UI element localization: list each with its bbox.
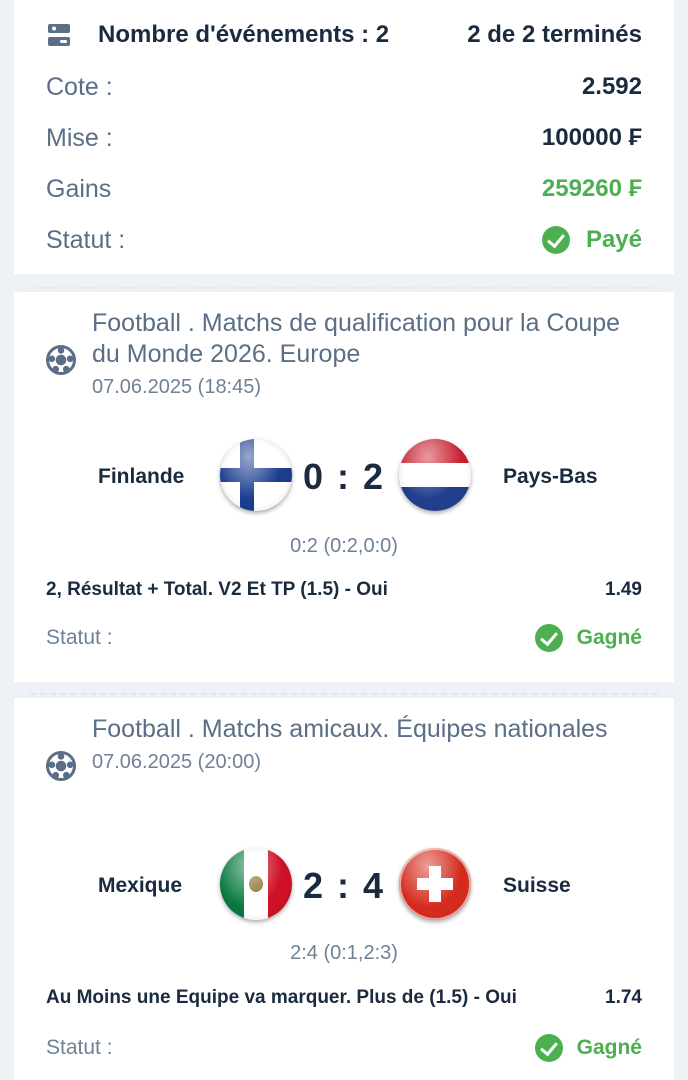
- events-completed: 2 de 2 terminés: [467, 21, 642, 48]
- status-value-group: Payé: [541, 226, 642, 254]
- check-icon: [541, 226, 570, 254]
- event-status-row: Statut : Gagné: [46, 1034, 642, 1062]
- event-status-group: Gagné: [534, 624, 642, 652]
- check-icon: [534, 1034, 563, 1062]
- event-status-label: Statut :: [46, 626, 113, 649]
- coupon-icon: [48, 24, 70, 46]
- event-card: Football . Matchs amicaux. Équipes natio…: [14, 698, 674, 1080]
- football-icon: [46, 751, 76, 781]
- winnings-value: 259260 ₣: [541, 175, 642, 202]
- odds-row: Cote : 2.592: [46, 70, 642, 104]
- away-team: Pays-Bas: [503, 465, 598, 488]
- match-scoreboard: Mexique 2 : 4 Suisse: [14, 848, 674, 924]
- match-scoreboard: Finlande 0 : 2 Pays-Bas: [14, 439, 674, 515]
- ticket-divider: [30, 693, 658, 695]
- event-status-value: Gagné: [576, 1036, 642, 1059]
- event-date: 07.06.2025 (20:00): [92, 751, 262, 773]
- status-label: Statut :: [46, 225, 126, 254]
- bet-odds: 1.49: [605, 579, 642, 600]
- home-team: Finlande: [98, 465, 185, 488]
- check-icon: [534, 624, 563, 652]
- score-detail: 0:2 (0:2,0:0): [290, 535, 398, 557]
- stake-label: Mise :: [46, 123, 113, 152]
- home-team: Mexique: [98, 874, 183, 897]
- events-count-label: Nombre d'événements : 2: [98, 21, 390, 48]
- odds-value: 2.592: [581, 73, 642, 100]
- event-header: Football . Matchs amicaux. Équipes natio…: [46, 714, 642, 781]
- stake-value: 100000 ₣: [541, 124, 642, 151]
- event-status-label: Statut :: [46, 1036, 113, 1059]
- event-status-group: Gagné: [534, 1034, 642, 1062]
- score-detail: 2:4 (0:1,2:3): [290, 942, 398, 964]
- away-team: Suisse: [503, 874, 571, 897]
- bet-summary-card: Nombre d'événements : 2 2 de 2 terminés …: [14, 0, 674, 274]
- match-score: 2 : 4: [302, 865, 386, 906]
- event-title: Football . Matchs amicaux. Équipes natio…: [92, 715, 608, 743]
- switzerland-flag-icon: [399, 848, 471, 920]
- status-row: Statut : Payé: [46, 223, 642, 257]
- events-count-row: Nombre d'événements : 2 2 de 2 terminés: [46, 18, 642, 52]
- finland-flag-icon: [220, 439, 292, 511]
- events-count-group: Nombre d'événements : 2: [46, 21, 389, 49]
- bet-row: 2, Résultat + Total. V2 Et TP (1.5) - Ou…: [46, 579, 642, 601]
- event-title: Football . Matchs de qualification pour …: [92, 309, 621, 368]
- winnings-row: Gains 259260 ₣: [46, 172, 642, 206]
- bet-selection: 2, Résultat + Total. V2 Et TP (1.5) - Ou…: [46, 579, 388, 600]
- bet-row: Au Moins une Equipe va marquer. Plus de …: [46, 987, 642, 1009]
- bet-selection: Au Moins une Equipe va marquer. Plus de …: [46, 987, 517, 1008]
- event-status-row: Statut : Gagné: [46, 624, 642, 652]
- ticket-divider: [30, 287, 658, 289]
- event-status-value: Gagné: [576, 626, 642, 649]
- winnings-label: Gains: [46, 174, 112, 203]
- odds-label: Cote :: [46, 72, 113, 101]
- event-date: 07.06.2025 (18:45): [92, 376, 262, 398]
- mexico-flag-icon: [220, 848, 292, 920]
- match-score: 0 : 2: [302, 456, 386, 497]
- event-header: Football . Matchs de qualification pour …: [46, 308, 642, 399]
- netherlands-flag-icon: [399, 439, 471, 511]
- status-value: Payé: [585, 226, 642, 253]
- stake-row: Mise : 100000 ₣: [46, 121, 642, 155]
- football-icon: [46, 345, 76, 375]
- bet-odds: 1.74: [605, 987, 642, 1008]
- event-card: Football . Matchs de qualification pour …: [14, 292, 674, 682]
